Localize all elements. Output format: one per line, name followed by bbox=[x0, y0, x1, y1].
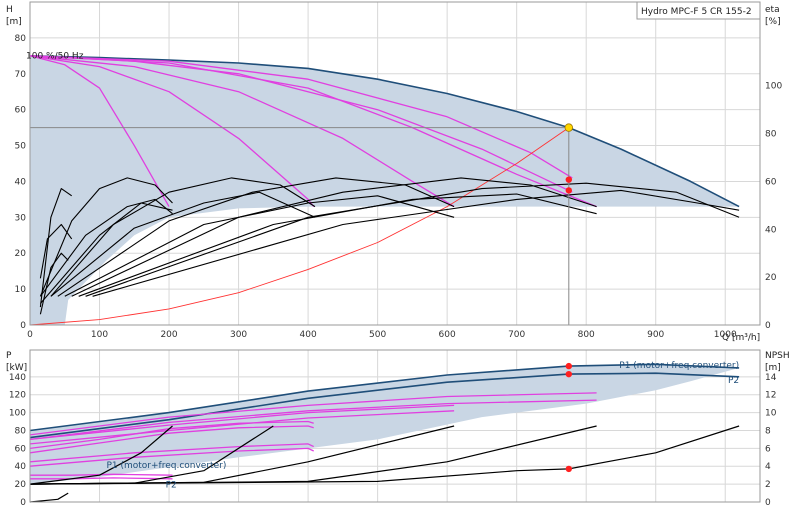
top-y2-axis-unit: [%] bbox=[765, 17, 781, 27]
chart-title-box: Hydro MPC-F 5 CR 155-2 bbox=[636, 1, 761, 20]
top-y-tick-label: 80 bbox=[15, 34, 27, 44]
top-y-axis-label: H bbox=[6, 5, 13, 15]
top-y2-tick-label: 60 bbox=[765, 177, 777, 187]
top-y-tick-label: 0 bbox=[20, 321, 26, 331]
bot-y2-tick-label: 0 bbox=[765, 498, 771, 508]
x-tick-label: 900 bbox=[647, 330, 664, 340]
legend-label-3: P2 bbox=[166, 481, 177, 491]
top-y-tick-label: 50 bbox=[15, 142, 27, 152]
bot-y-tick-label: 80 bbox=[15, 426, 27, 436]
top-y2-axis-label: eta bbox=[765, 5, 780, 15]
bot-y-tick-label: 120 bbox=[9, 391, 26, 401]
top-y-tick-label: 10 bbox=[15, 285, 27, 295]
bottom-y2-axis-label: NPSH bbox=[765, 351, 790, 361]
top-y-tick-label: 40 bbox=[15, 177, 27, 187]
bot-y-tick-label: 60 bbox=[15, 444, 27, 454]
x-tick-label: 800 bbox=[578, 330, 595, 340]
bot-y2-tick-label: 2 bbox=[765, 480, 771, 490]
speed-annotation: 100 %/50 Hz bbox=[26, 51, 84, 61]
bottom-y2-axis-unit: [m] bbox=[765, 363, 781, 373]
x-tick-label: 0 bbox=[27, 330, 33, 340]
x-tick-label: 700 bbox=[508, 330, 525, 340]
bottom-y-axis-label: P bbox=[6, 351, 12, 361]
legend-label-0: P1 (motor+freq.converter) bbox=[619, 361, 739, 371]
top-y-tick-label: 20 bbox=[15, 249, 27, 259]
legend-label-1: P2 bbox=[728, 376, 739, 386]
bot-operating-point-1 bbox=[565, 370, 573, 378]
bot-y2-tick-label: 8 bbox=[765, 426, 771, 436]
bottom-y-axis-unit: [kW] bbox=[6, 363, 27, 373]
top-y2-tick-label: 80 bbox=[765, 130, 777, 140]
chart-title: Hydro MPC-F 5 CR 155-2 bbox=[641, 7, 752, 17]
top-y2-tick-label: 20 bbox=[765, 273, 777, 283]
x-tick-label: 200 bbox=[160, 330, 177, 340]
x-tick-label: 500 bbox=[369, 330, 386, 340]
top-operating-point-0 bbox=[565, 176, 573, 183]
bot-y-tick-label: 40 bbox=[15, 462, 27, 472]
x-tick-label: 300 bbox=[230, 330, 247, 340]
duty-point bbox=[564, 123, 574, 132]
legend-label-2: P1 (motor+freq.converter) bbox=[106, 461, 226, 471]
bot-y2-tick-label: 14 bbox=[765, 373, 777, 383]
pump-performance-chart: 0 100 200 300 400 500 600 700 800 900 100001020304… bbox=[0, 0, 800, 520]
top-y-tick-label: 30 bbox=[15, 213, 27, 223]
bot-y-tick-label: 100 bbox=[9, 409, 26, 419]
top-x-axis-label: Q [m³/h] bbox=[722, 333, 760, 343]
top-operating-point-1 bbox=[565, 187, 573, 194]
top-y-tick-label: 60 bbox=[15, 106, 27, 116]
bot-y2-tick-label: 6 bbox=[765, 444, 771, 454]
x-tick-label: 400 bbox=[300, 330, 317, 340]
bot-y-tick-label: 20 bbox=[15, 480, 27, 490]
x-tick-label: 600 bbox=[439, 330, 456, 340]
top-y2-tick-label: 0 bbox=[765, 321, 771, 331]
x-tick-label: 100 bbox=[91, 330, 108, 340]
top-y-axis-unit: [m] bbox=[6, 17, 22, 27]
bot-y2-tick-label: 12 bbox=[765, 391, 776, 401]
bot-y-tick-label: 0 bbox=[20, 498, 26, 508]
top-y-tick-label: 70 bbox=[15, 70, 27, 80]
bot-operating-point-2 bbox=[565, 465, 573, 473]
bot-y2-tick-label: 10 bbox=[765, 409, 777, 419]
bot-operating-point-0 bbox=[565, 362, 573, 370]
top-y2-tick-label: 100 bbox=[765, 82, 782, 92]
top-y2-tick-label: 40 bbox=[765, 225, 777, 235]
bot-y-tick-label: 140 bbox=[9, 373, 26, 383]
bot-y2-tick-label: 4 bbox=[765, 462, 771, 472]
